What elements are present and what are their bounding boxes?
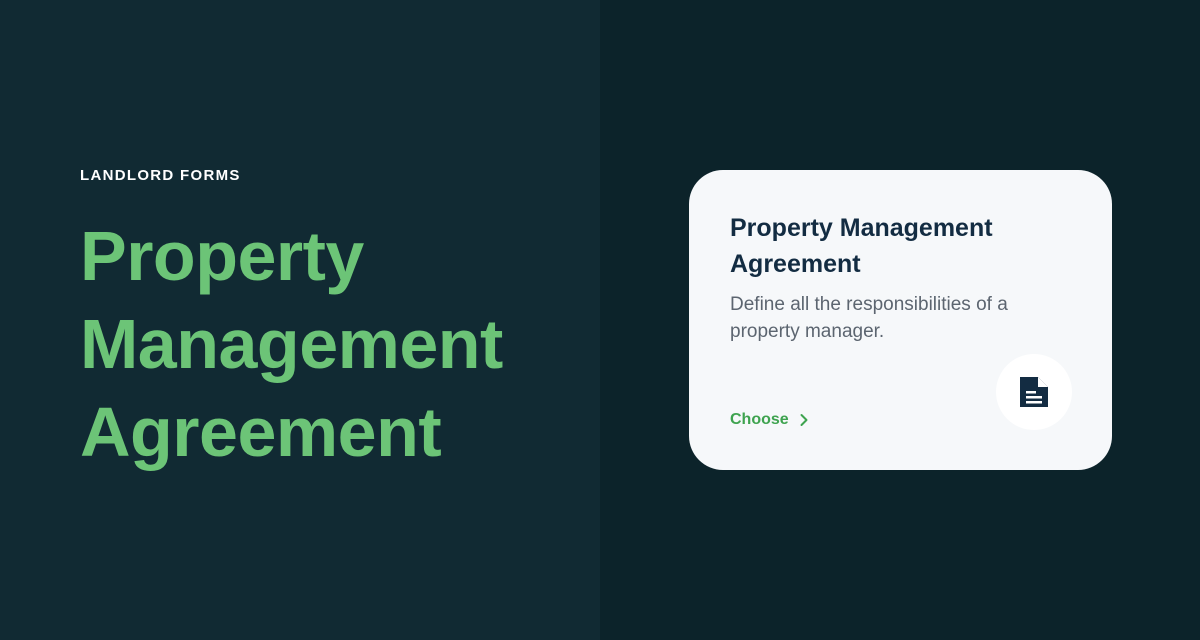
choose-label: Choose	[730, 411, 789, 428]
chevron-right-icon	[800, 414, 808, 426]
document-icon-badge	[996, 354, 1072, 430]
hero-title-line: Property	[80, 217, 364, 295]
card-title: Property Management Agreement	[730, 214, 993, 278]
document-icon	[1020, 377, 1048, 407]
hero-title-line: Agreement	[80, 393, 442, 471]
form-card[interactable]: Property Management Agreement Define all…	[689, 170, 1112, 470]
card-description: Define all the responsibilities of a pro…	[730, 294, 1008, 342]
choose-link[interactable]: Choose	[730, 410, 811, 430]
hero-title: Property Management Agreement	[80, 212, 590, 476]
hero-title-line: Management	[80, 305, 503, 383]
category-label: LANDLORD FORMS	[80, 167, 241, 184]
